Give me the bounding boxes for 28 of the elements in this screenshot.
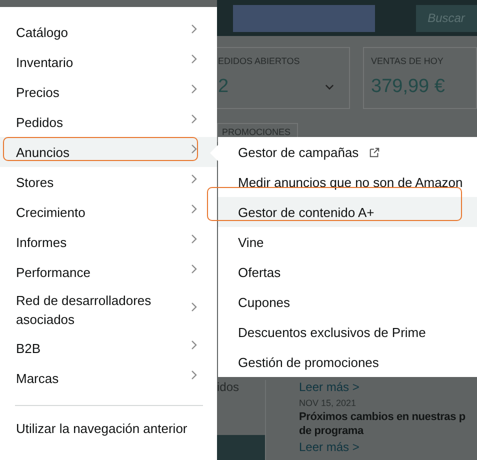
menu-item[interactable]: Stores [0, 167, 217, 197]
submenu-item[interactable]: Cupones [218, 287, 477, 317]
menu-item[interactable]: Marcas [0, 363, 217, 393]
menu-item[interactable]: Red de desarrolladores asociados [0, 287, 217, 333]
menu-item[interactable]: Anuncios [0, 137, 217, 167]
search-field[interactable] [233, 4, 375, 32]
submenu-item[interactable]: Descuentos exclusivos de Prime [218, 317, 477, 347]
news-text: idos [217, 380, 240, 394]
menu-item[interactable]: Precios [0, 77, 217, 107]
menu-item[interactable]: Informes [0, 227, 217, 257]
panel-block [217, 435, 265, 460]
submenu-item[interactable]: Vine [218, 227, 477, 257]
submenu-item[interactable]: Medir anuncios que no son de Amazon [218, 167, 477, 197]
menu-item[interactable]: Crecimiento [0, 197, 217, 227]
submenu-item[interactable]: Gestor de contenido A+ [218, 197, 477, 227]
menu-item[interactable]: Performance [0, 257, 217, 287]
menu-item[interactable]: Catálogo [0, 17, 217, 47]
menu-item[interactable]: Pedidos [0, 107, 217, 137]
submenu-item[interactable]: Gestión de promociones [218, 347, 477, 377]
menu-item[interactable]: Inventario [0, 47, 217, 77]
previous-navigation-link[interactable]: Utilizar la navegación anterior [0, 406, 217, 451]
submenu-item[interactable]: Ofertas [218, 257, 477, 287]
card-label: VENTAS DE HOY [371, 56, 444, 66]
card-value: 2 [218, 76, 229, 98]
menu-item[interactable]: B2B [0, 333, 217, 363]
card-value: 379,99 € [371, 76, 445, 98]
chevron-down-icon[interactable] [325, 84, 334, 90]
card-label: EDIDOS ABIERTOS [218, 56, 301, 66]
